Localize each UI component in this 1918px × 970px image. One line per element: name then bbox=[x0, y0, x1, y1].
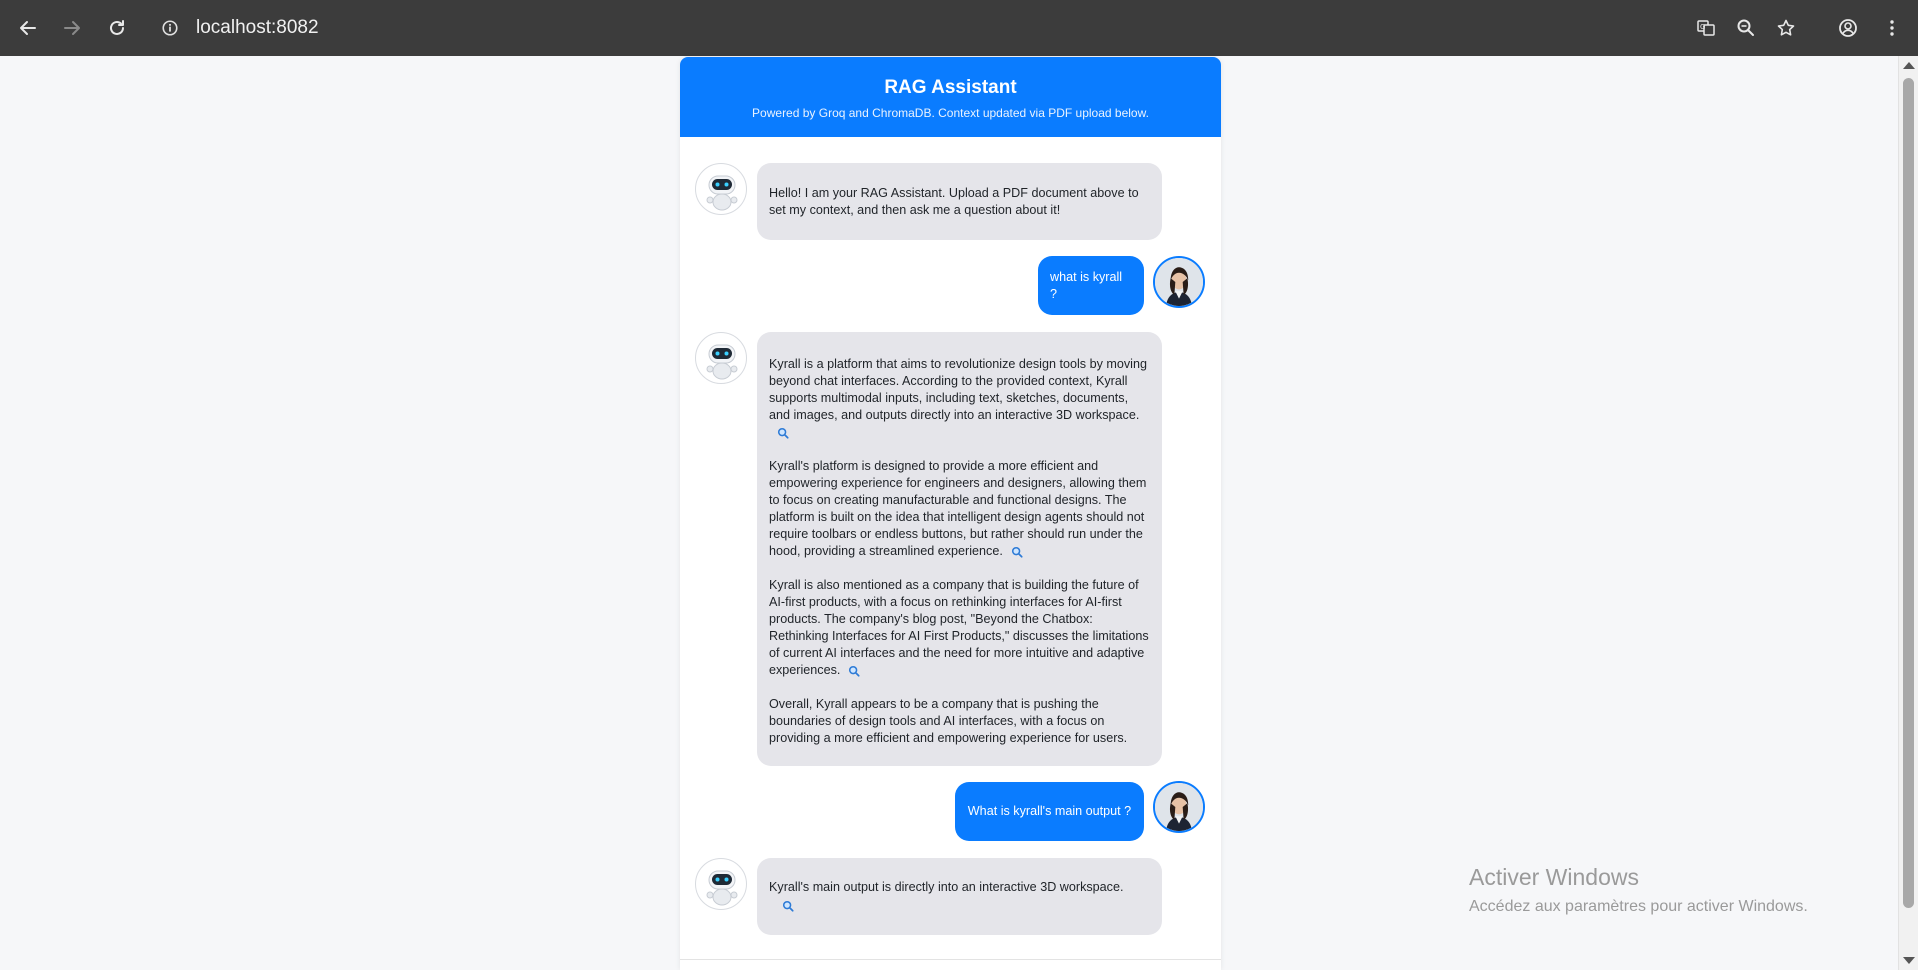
robot-icon bbox=[706, 175, 738, 211]
back-arrow-icon[interactable] bbox=[12, 12, 44, 44]
user-photo-icon bbox=[1155, 783, 1203, 831]
message-text: Kyrall's main output is directly into an… bbox=[769, 880, 1124, 894]
robot-icon bbox=[706, 870, 738, 906]
message-paragraph: Kyrall is a platform that aims to revolu… bbox=[769, 356, 1150, 441]
activation-watermark-subtitle: Accédez aux paramètres pour activer Wind… bbox=[1469, 898, 1808, 915]
user-avatar bbox=[1153, 781, 1205, 833]
message-text: Hello! I am your RAG Assistant. Upload a… bbox=[769, 186, 1139, 217]
bot-message: Kyrall is a platform that aims to revolu… bbox=[757, 332, 1162, 766]
scrollbar-thumb[interactable] bbox=[1903, 78, 1914, 908]
source-search-icon[interactable] bbox=[1008, 545, 1026, 558]
message-text: Overall, Kyrall appears to be a company … bbox=[769, 697, 1128, 745]
source-search-icon[interactable] bbox=[779, 899, 797, 912]
message-text: what is kyrall ? bbox=[1050, 269, 1123, 301]
bot-avatar bbox=[695, 858, 747, 910]
address-bar-url[interactable]: localhost:8082 bbox=[196, 16, 319, 40]
chat-subtitle: Powered by Groq and ChromaDB. Context up… bbox=[752, 106, 1149, 120]
bookmark-star-icon[interactable] bbox=[1770, 12, 1802, 44]
message-text: Kyrall's platform is designed to provide… bbox=[769, 459, 1147, 558]
source-search-icon[interactable] bbox=[774, 426, 792, 439]
browser-toolbar: localhost:8082 G bbox=[0, 0, 1918, 56]
reload-icon[interactable] bbox=[101, 12, 133, 44]
chat-header: RAG Assistant Powered by Groq and Chroma… bbox=[680, 57, 1221, 137]
forward-arrow-icon[interactable] bbox=[56, 12, 88, 44]
chat-panel: RAG Assistant Powered by Groq and Chroma… bbox=[680, 57, 1221, 970]
user-avatar bbox=[1153, 256, 1205, 308]
bot-avatar bbox=[695, 332, 747, 384]
profile-icon[interactable] bbox=[1832, 12, 1864, 44]
zoom-icon[interactable] bbox=[1730, 12, 1762, 44]
bot-avatar bbox=[695, 163, 747, 215]
user-photo-icon bbox=[1155, 258, 1203, 306]
message-text: Kyrall is also mentioned as a company th… bbox=[769, 578, 1149, 677]
bot-message: Kyrall's main output is directly into an… bbox=[757, 858, 1162, 935]
robot-icon bbox=[706, 344, 738, 380]
message-text: What is kyrall's main output ? bbox=[967, 804, 1132, 818]
bot-message: Hello! I am your RAG Assistant. Upload a… bbox=[757, 163, 1162, 240]
message-paragraph: Overall, Kyrall appears to be a company … bbox=[769, 696, 1150, 747]
site-info-icon[interactable] bbox=[158, 16, 182, 40]
message-paragraph: Kyrall's main output is directly into an… bbox=[769, 879, 1150, 896]
chat-footer-divider bbox=[680, 959, 1221, 960]
scroll-down-arrow-icon[interactable] bbox=[1903, 957, 1915, 964]
page-scrollbar[interactable] bbox=[1898, 56, 1918, 970]
message-text: Kyrall is a platform that aims to revolu… bbox=[769, 357, 1147, 422]
source-search-icon[interactable] bbox=[845, 664, 863, 677]
user-message: What is kyrall's main output ? bbox=[955, 782, 1144, 841]
menu-kebab-icon[interactable] bbox=[1876, 12, 1908, 44]
chat-title: RAG Assistant bbox=[884, 77, 1017, 98]
user-message: what is kyrall ? bbox=[1038, 256, 1144, 315]
message-paragraph: Kyrall's platform is designed to provide… bbox=[769, 458, 1150, 560]
scroll-up-arrow-icon[interactable] bbox=[1903, 62, 1915, 69]
translate-icon[interactable]: G bbox=[1690, 12, 1722, 44]
svg-text:G: G bbox=[1700, 23, 1705, 31]
message-paragraph: Kyrall is also mentioned as a company th… bbox=[769, 577, 1150, 679]
activation-watermark-title: Activer Windows bbox=[1469, 864, 1639, 890]
